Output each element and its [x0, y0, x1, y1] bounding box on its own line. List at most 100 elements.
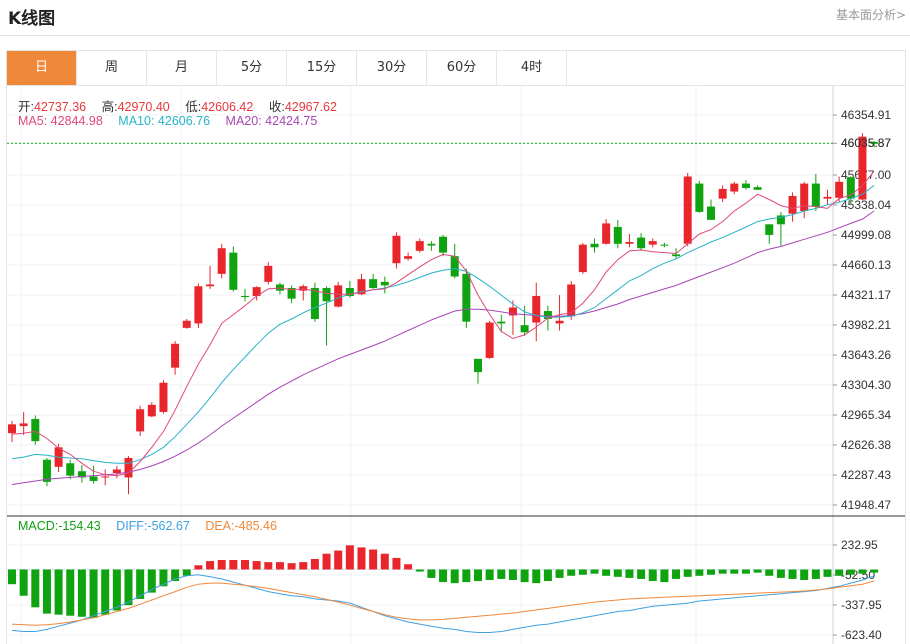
close-value: 42967.62 [284, 100, 337, 114]
price-tick-label-13: 41948.47 [841, 498, 891, 512]
macd-bar-2 [31, 569, 40, 608]
macd-bar-62 [730, 569, 739, 574]
macd-bar-34 [404, 564, 413, 570]
candle-body-27 [322, 288, 331, 302]
ma10-value: 42606.76 [157, 114, 211, 128]
macd-bar-15 [182, 569, 191, 576]
candle-body-62 [730, 183, 739, 192]
kline-chart[interactable]: 46354.9146035.8745677.0045338.0444999.08… [7, 86, 905, 644]
macd-bar-7 [89, 569, 98, 618]
candle-body-13 [159, 382, 168, 412]
candle-body-26 [310, 288, 319, 320]
candle-body-51 [602, 223, 611, 244]
candle-body-56 [660, 244, 669, 246]
macd-bar-67 [788, 569, 797, 579]
candle-body-5 [66, 463, 75, 476]
candle-body-71 [835, 181, 844, 198]
macd-bar-17 [206, 561, 215, 570]
macd-bar-41 [485, 569, 494, 580]
tab-4hour[interactable]: 4时 [497, 51, 567, 85]
macd-value: -154.43 [58, 519, 101, 533]
ma-legend: MA5: 42844.98 MA10: 42606.76 MA20: 42424… [18, 114, 317, 128]
macd-bar-8 [101, 569, 110, 615]
ma20-value: 42424.75 [265, 114, 318, 128]
tab-month[interactable]: 月 [147, 51, 217, 85]
high-value: 42970.40 [117, 100, 170, 114]
candle-body-31 [369, 279, 378, 289]
macd-bar-53 [625, 569, 634, 578]
macd-bar-29 [345, 545, 354, 570]
candle-body-45 [532, 295, 541, 323]
diff-legend-item: DIFF:-562.67 [116, 519, 190, 533]
macd-bar-70 [823, 569, 832, 577]
candle-body-67 [788, 195, 797, 214]
macd-bar-6 [77, 569, 86, 617]
ohlc-info: 开:42737.36 高:42970.40 低:42606.42 收:42967… [18, 96, 349, 115]
candle-body-53 [625, 241, 634, 244]
candle-body-70 [823, 196, 832, 199]
macd-bar-21 [252, 561, 261, 570]
macd-bar-28 [334, 550, 343, 570]
candle-body-20 [241, 295, 249, 297]
macd-bar-39 [462, 569, 471, 583]
candle-body-17 [206, 284, 215, 287]
candle-body-47 [555, 320, 564, 324]
macd-bar-26 [310, 558, 319, 570]
macd-bar-33 [392, 557, 401, 570]
tab-15min[interactable]: 15分 [287, 51, 357, 85]
tab-30min[interactable]: 30分 [357, 51, 427, 85]
ma5-legend: MA5: 42844.98 [18, 114, 103, 128]
candle-body-22 [264, 265, 273, 282]
macd-bar-24 [287, 563, 296, 570]
macd-bar-23 [275, 562, 284, 570]
macd-bar-19 [229, 560, 238, 570]
candle-body-9 [112, 469, 121, 474]
macd-bar-16 [194, 565, 203, 570]
macd-bar-48 [567, 569, 576, 576]
diff-value: -562.67 [147, 519, 190, 533]
macd-bar-32 [380, 553, 389, 570]
candle-body-36 [427, 243, 436, 246]
macd-bar-57 [672, 569, 681, 579]
ma5-label: MA5: [18, 114, 48, 128]
macd-bar-9 [112, 569, 121, 611]
price-tick-label-3: 45338.04 [841, 198, 891, 212]
tab-5min[interactable]: 5分 [217, 51, 287, 85]
current-price-label: 46035.87 [841, 136, 891, 150]
period-tabs: 日 周 月 5分 15分 30分 60分 4时 [6, 50, 906, 86]
candle-body-32 [380, 281, 389, 286]
candle-body-42 [497, 321, 506, 324]
candle-body-19 [229, 252, 238, 290]
macd-bar-65 [765, 569, 774, 576]
macd-bar-5 [66, 569, 75, 616]
candle-body-44 [520, 325, 529, 333]
macd-bar-73 [858, 569, 867, 574]
diff-label: DIFF: [116, 519, 148, 533]
candle-body-63 [741, 183, 750, 189]
macd-bar-0 [8, 569, 16, 585]
dea-value: -485.46 [234, 519, 277, 533]
chart-frame[interactable]: 46354.9146035.8745677.0045338.0444999.08… [6, 86, 906, 644]
high-label: 高: [101, 100, 118, 114]
macd-bar-74 [870, 569, 879, 573]
macd-bar-4 [54, 569, 63, 615]
candle-body-28 [334, 285, 343, 307]
candle-body-50 [590, 243, 599, 248]
fundamental-analysis-link[interactable]: 基本面分析> [836, 6, 906, 23]
macd-bar-38 [450, 569, 459, 584]
tab-week[interactable]: 周 [77, 51, 147, 85]
candle-body-35 [415, 241, 424, 251]
open-label: 开: [18, 100, 34, 114]
macd-bar-59 [695, 569, 704, 576]
macd-bar-61 [718, 569, 727, 574]
candle-body-49 [578, 244, 587, 273]
candle-body-41 [485, 322, 494, 358]
price-tick-label-9: 43304.30 [841, 378, 891, 392]
candle-body-52 [613, 226, 622, 244]
macd-bar-37 [439, 569, 448, 583]
tab-day[interactable]: 日 [7, 51, 77, 85]
macd-bar-69 [811, 569, 820, 579]
tab-60min[interactable]: 60分 [427, 51, 497, 85]
macd-bar-36 [427, 569, 436, 578]
price-tick-label-6: 44321.17 [841, 288, 891, 302]
